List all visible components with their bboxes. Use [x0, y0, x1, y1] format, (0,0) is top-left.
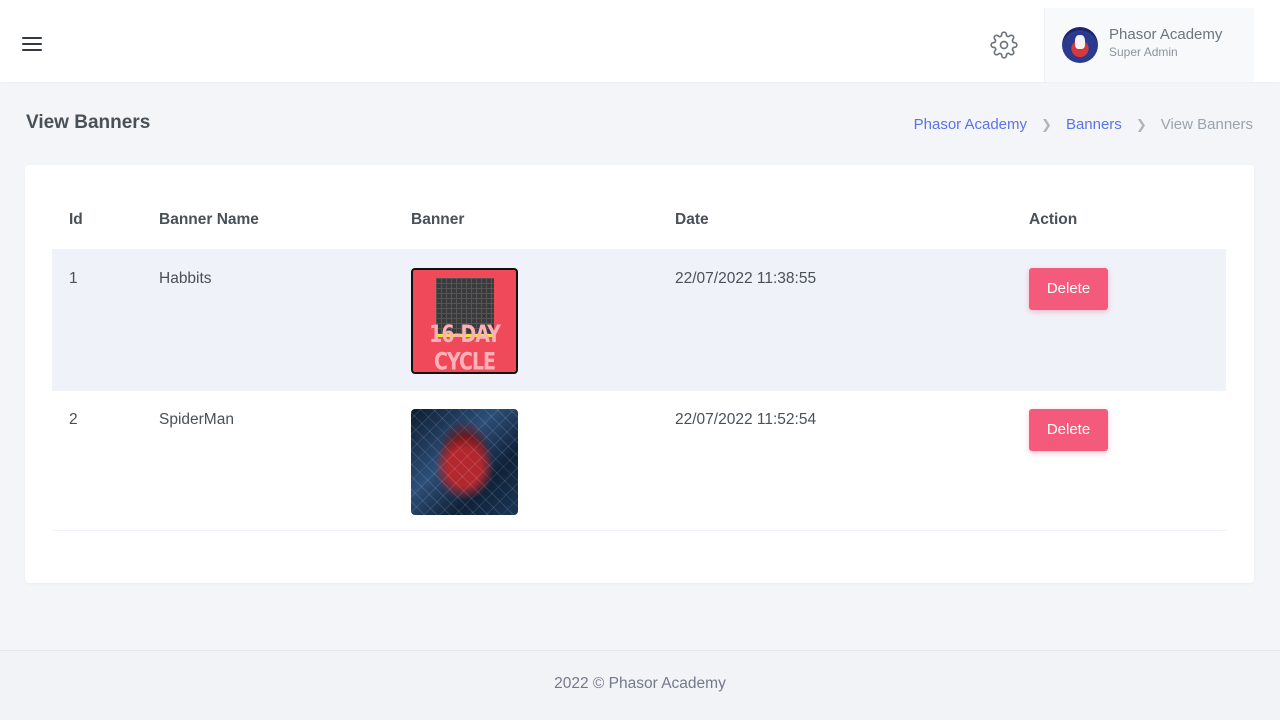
cell-banner-name: SpiderMan: [159, 390, 411, 531]
page-title: View Banners: [26, 112, 151, 133]
column-header-banner-name: Banner Name: [159, 199, 411, 250]
delete-button[interactable]: Delete: [1029, 408, 1108, 451]
cell-date: 22/07/2022 11:52:54: [675, 390, 1029, 531]
cell-banner-name: Habbits: [159, 249, 411, 391]
cell-id: 1: [52, 249, 159, 391]
user-name: Phasor Academy: [1109, 26, 1223, 43]
cell-date: 22/07/2022 11:38:55: [675, 249, 1029, 391]
settings-gear-icon[interactable]: [990, 31, 1018, 59]
footer: 2022 © Phasor Academy: [0, 650, 1280, 720]
banners-card: Id Banner Name Banner Date Action 1 Habb…: [25, 165, 1254, 583]
user-profile-menu[interactable]: Phasor Academy Super Admin: [1044, 8, 1254, 82]
banner-image-text: 16-DAY CYCLE: [429, 320, 501, 374]
cell-action: Delete: [1029, 249, 1226, 391]
delete-button[interactable]: Delete: [1029, 267, 1108, 310]
cell-action: Delete: [1029, 390, 1226, 531]
breadcrumb: Phasor Academy ❯ Banners ❯ View Banners: [914, 116, 1253, 133]
cell-banner: [411, 390, 675, 531]
table-header-row: Id Banner Name Banner Date Action: [52, 199, 1226, 250]
user-role: Super Admin: [1109, 45, 1178, 59]
column-header-date: Date: [675, 199, 1029, 250]
footer-text: 2022 © Phasor Academy: [554, 675, 726, 692]
breadcrumb-link-home[interactable]: Phasor Academy: [914, 116, 1027, 133]
table-row: 2 SpiderMan 22/07/2022 11:52:54 Delete: [52, 390, 1226, 531]
top-bar: Phasor Academy Super Admin: [0, 0, 1280, 82]
chevron-right-icon: ❯: [1135, 116, 1147, 132]
cell-id: 2: [52, 390, 159, 531]
menu-icon[interactable]: [22, 37, 42, 53]
table-row: 1 Habbits 16-DAY CYCLE 22/07/2022 11:38:…: [52, 249, 1226, 391]
column-header-id: Id: [52, 199, 159, 250]
breadcrumb-link-banners[interactable]: Banners: [1066, 116, 1122, 133]
column-header-action: Action: [1029, 199, 1226, 250]
chevron-right-icon: ❯: [1041, 116, 1052, 132]
column-header-banner: Banner: [411, 199, 675, 250]
cell-banner: 16-DAY CYCLE: [411, 249, 675, 391]
banners-table: Id Banner Name Banner Date Action 1 Habb…: [52, 199, 1226, 531]
avatar: [1062, 27, 1098, 63]
banner-thumbnail: [411, 408, 518, 515]
breadcrumb-current: View Banners: [1160, 116, 1253, 133]
banner-thumbnail: 16-DAY CYCLE: [411, 267, 518, 374]
